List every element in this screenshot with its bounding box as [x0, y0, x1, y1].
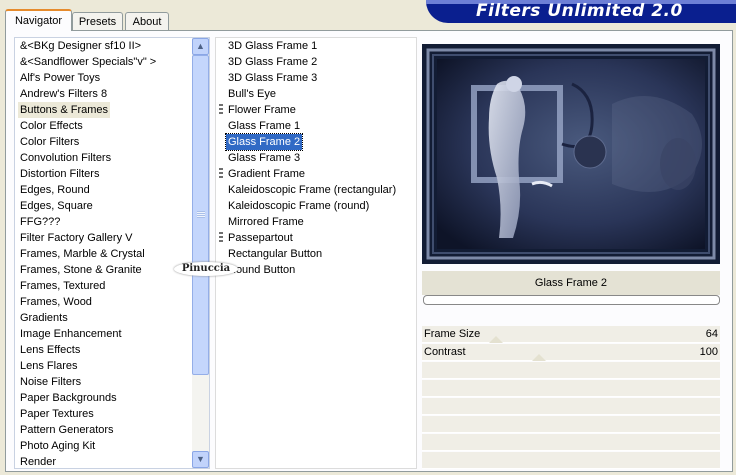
filter-item[interactable]: Bull's Eye: [226, 86, 278, 102]
filter-item[interactable]: Glass Frame 2: [224, 133, 304, 151]
filter-item[interactable]: Mirrored Frame: [226, 214, 306, 230]
param-label: Frame Size: [424, 328, 481, 340]
category-item[interactable]: Andrew's Filters 8: [18, 86, 109, 102]
tab-presets[interactable]: Presets: [72, 12, 123, 30]
scroll-thumb[interactable]: [192, 55, 209, 375]
category-item[interactable]: Color Filters: [18, 134, 81, 150]
empty-param-row: [422, 416, 720, 433]
filter-item[interactable]: 3D Glass Frame 2: [226, 54, 319, 70]
banner-title: Filters Unlimited 2.0: [476, 1, 683, 21]
filter-item[interactable]: Passepartout: [226, 230, 295, 246]
category-item[interactable]: Edges, Square: [18, 198, 95, 214]
filter-item[interactable]: 3D Glass Frame 3: [226, 70, 319, 86]
category-item[interactable]: Pattern Generators: [18, 422, 116, 438]
preview-image: [422, 44, 720, 264]
filter-item[interactable]: Glass Frame 3: [226, 150, 302, 166]
category-item[interactable]: Frames, Stone & Granite: [18, 262, 144, 278]
empty-param-row: [422, 434, 720, 451]
filter-item[interactable]: 3D Glass Frame 1: [226, 38, 319, 54]
category-scrollbar[interactable]: ▲ ▼: [192, 38, 209, 468]
scroll-up-button[interactable]: ▲: [192, 38, 209, 55]
category-item[interactable]: FFG???: [18, 214, 62, 230]
category-item[interactable]: Photo Aging Kit: [18, 438, 97, 454]
empty-param-row: [422, 362, 720, 379]
category-item[interactable]: Alf's Power Toys: [18, 70, 102, 86]
param-contrast[interactable]: Contrast 100: [422, 344, 720, 361]
grip-icon: [219, 168, 223, 179]
filter-preview: [422, 44, 720, 264]
filter-item[interactable]: Glass Frame 1: [226, 118, 302, 134]
grip-icon: [219, 232, 223, 243]
empty-param-row: [422, 452, 720, 469]
category-item[interactable]: Lens Flares: [18, 358, 79, 374]
category-item[interactable]: Filter Factory Gallery V: [18, 230, 134, 246]
category-item[interactable]: Distortion Filters: [18, 166, 101, 182]
category-item[interactable]: Image Enhancement: [18, 326, 124, 342]
category-item[interactable]: &<BKg Designer sf10 II>: [18, 38, 143, 54]
filter-item[interactable]: Kaleidoscopic Frame (rectangular): [226, 182, 398, 198]
category-item[interactable]: Color Effects: [18, 118, 85, 134]
category-item[interactable]: Frames, Wood: [18, 294, 94, 310]
filter-name-label: Glass Frame 2: [422, 271, 720, 295]
empty-param-row: [422, 398, 720, 415]
filter-item[interactable]: Rectangular Button: [226, 246, 324, 262]
watermark-logo: Pinuccia: [174, 262, 238, 276]
header-banner: Filters Unlimited 2.0: [426, 0, 736, 23]
slider-thumb[interactable]: [532, 354, 546, 361]
slider-thumb[interactable]: [489, 336, 503, 343]
category-item[interactable]: Edges, Round: [18, 182, 92, 198]
grip-icon: [219, 104, 223, 115]
param-label: Contrast: [424, 346, 466, 358]
category-item[interactable]: Paper Textures: [18, 406, 96, 422]
scroll-down-button[interactable]: ▼: [192, 451, 209, 468]
chevron-up-icon: ▲: [196, 41, 205, 51]
category-item[interactable]: Frames, Textured: [18, 278, 107, 294]
category-item[interactable]: &<Sandflower Specials"v" >: [18, 54, 158, 70]
filter-item[interactable]: Gradient Frame: [226, 166, 307, 182]
filter-item[interactable]: Kaleidoscopic Frame (round): [226, 198, 371, 214]
category-item[interactable]: Buttons & Frames: [18, 102, 111, 118]
grip-icon: [197, 211, 205, 218]
category-item[interactable]: Paper Backgrounds: [18, 390, 119, 406]
param-value: 64: [705, 328, 718, 340]
category-item[interactable]: Convolution Filters: [18, 150, 113, 166]
category-item[interactable]: Noise Filters: [18, 374, 83, 390]
chevron-down-icon: ▼: [196, 454, 205, 464]
progress-bar: [423, 295, 720, 305]
category-item[interactable]: Render: [18, 454, 58, 470]
tab-about[interactable]: About: [125, 12, 169, 30]
category-item[interactable]: Lens Effects: [18, 342, 82, 358]
category-item[interactable]: Frames, Marble & Crystal: [18, 246, 147, 262]
empty-param-row: [422, 380, 720, 397]
tab-navigator[interactable]: Navigator: [5, 9, 72, 31]
category-item[interactable]: Gradients: [18, 310, 70, 326]
param-frame-size[interactable]: Frame Size 64: [422, 326, 720, 343]
param-value: 100: [699, 346, 718, 358]
filter-item[interactable]: Flower Frame: [226, 102, 298, 118]
